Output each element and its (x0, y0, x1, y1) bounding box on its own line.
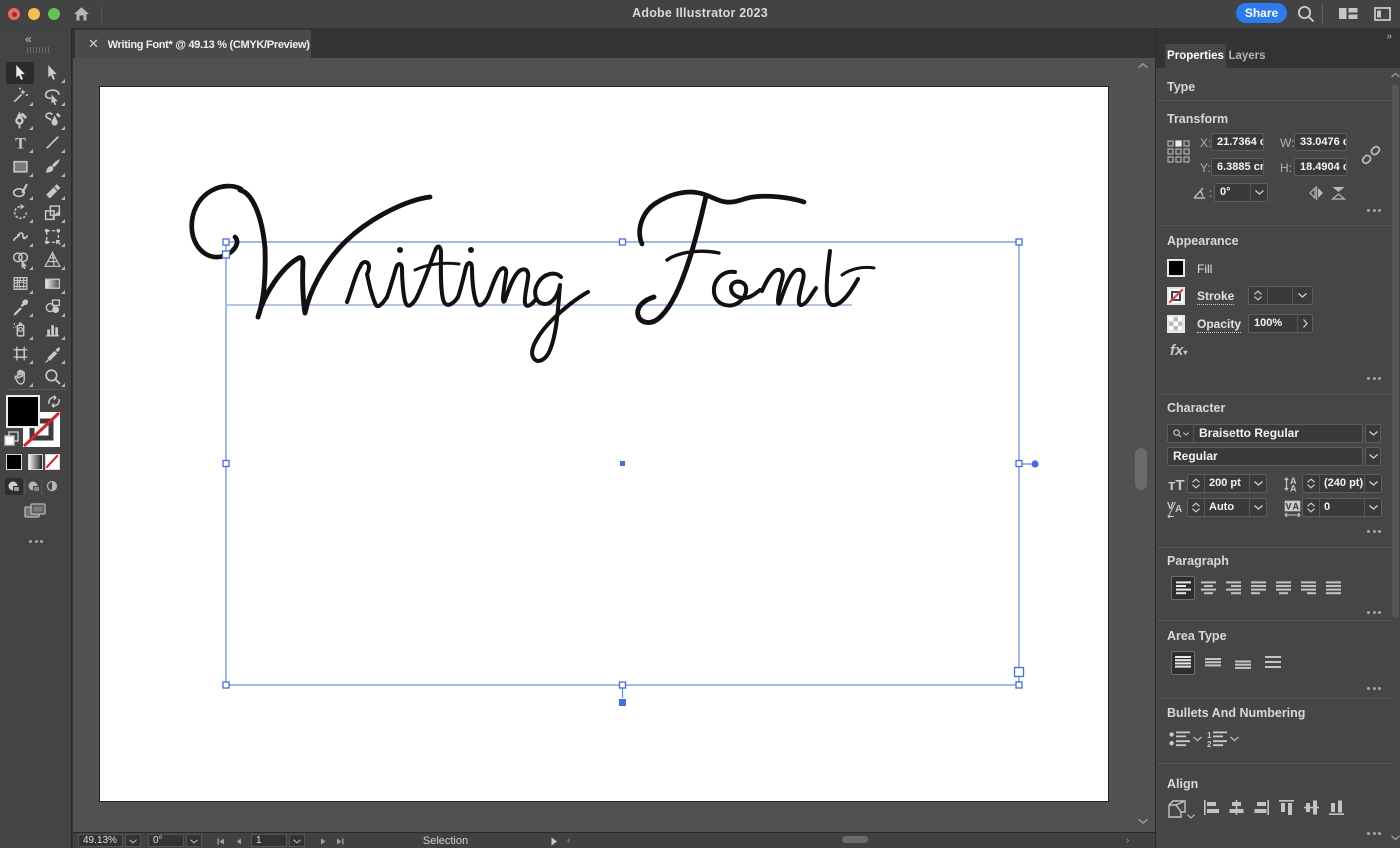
svg-text:2: 2 (1207, 740, 1212, 748)
svg-text:A: A (1175, 504, 1182, 515)
svg-text:A: A (1293, 502, 1300, 512)
svg-text:1: 1 (1207, 731, 1212, 740)
svg-text:A: A (1290, 484, 1297, 493)
svg-text:T: T (15, 135, 26, 152)
svg-text:V: V (1286, 502, 1292, 512)
